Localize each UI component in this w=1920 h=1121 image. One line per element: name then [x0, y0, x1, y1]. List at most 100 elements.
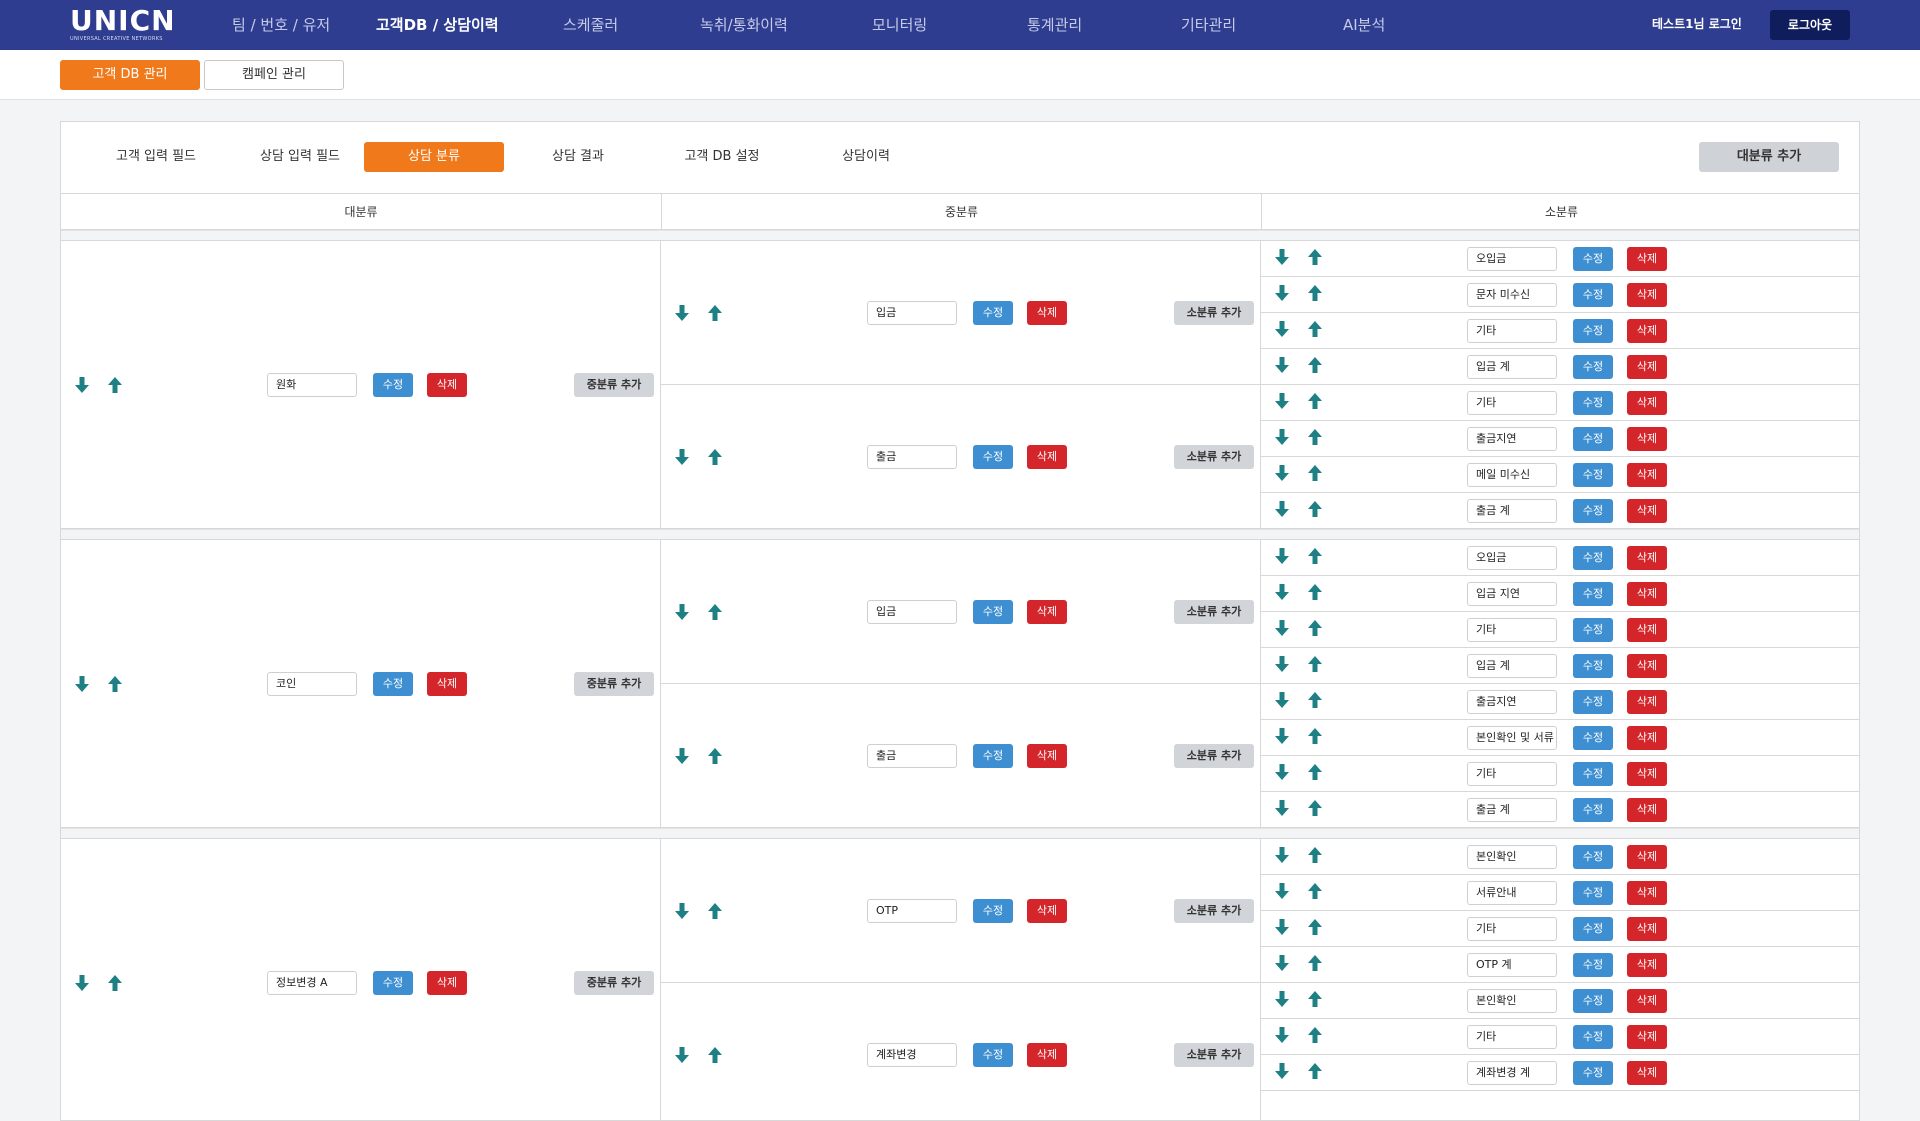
move-up-icon[interactable]	[1306, 583, 1324, 601]
edit-button[interactable]: 수정	[973, 744, 1013, 768]
move-up-icon[interactable]	[106, 376, 124, 394]
move-up-icon[interactable]	[1306, 547, 1324, 565]
minor-category-input[interactable]: 입금 지연	[1467, 582, 1557, 606]
nav-item-7[interactable]: AI분석	[1343, 0, 1385, 50]
edit-button[interactable]: 수정	[1573, 283, 1613, 307]
minor-category-input[interactable]: 기타	[1467, 319, 1557, 343]
delete-button[interactable]: 삭제	[1627, 798, 1667, 822]
delete-button[interactable]: 삭제	[1627, 546, 1667, 570]
nav-item-5[interactable]: 통계관리	[1027, 0, 1082, 50]
move-up-icon[interactable]	[1306, 799, 1324, 817]
delete-button[interactable]: 삭제	[1627, 953, 1667, 977]
delete-button[interactable]: 삭제	[1627, 463, 1667, 487]
nav-item-0[interactable]: 팀 / 번호 / 유저	[232, 0, 330, 50]
delete-button[interactable]: 삭제	[1627, 845, 1667, 869]
major-category-input[interactable]: 코인	[267, 672, 357, 696]
delete-button[interactable]: 삭제	[1027, 301, 1067, 325]
add-minor-category-button[interactable]: 소분류 추가	[1174, 301, 1254, 325]
move-down-icon[interactable]	[1273, 392, 1291, 410]
delete-button[interactable]: 삭제	[1627, 499, 1667, 523]
move-down-icon[interactable]	[673, 304, 691, 322]
edit-button[interactable]: 수정	[1573, 546, 1613, 570]
move-up-icon[interactable]	[1306, 691, 1324, 709]
delete-button[interactable]: 삭제	[1627, 1025, 1667, 1049]
move-down-icon[interactable]	[1273, 356, 1291, 374]
edit-button[interactable]: 수정	[1573, 989, 1613, 1013]
minor-category-input[interactable]: 출금지연	[1467, 427, 1557, 451]
delete-button[interactable]: 삭제	[1627, 917, 1667, 941]
delete-button[interactable]: 삭제	[427, 373, 467, 397]
mid-category-input[interactable]: 출금	[867, 445, 957, 469]
move-down-icon[interactable]	[1273, 619, 1291, 637]
edit-button[interactable]: 수정	[1573, 953, 1613, 977]
move-up-icon[interactable]	[1306, 248, 1324, 266]
add-minor-category-button[interactable]: 소분류 추가	[1174, 1043, 1254, 1067]
add-minor-category-button[interactable]: 소분류 추가	[1174, 600, 1254, 624]
delete-button[interactable]: 삭제	[1627, 690, 1667, 714]
delete-button[interactable]: 삭제	[1027, 744, 1067, 768]
edit-button[interactable]: 수정	[1573, 319, 1613, 343]
edit-button[interactable]: 수정	[1573, 798, 1613, 822]
tab-consult-category[interactable]: 상담 분류	[364, 142, 504, 172]
nav-item-2[interactable]: 스케줄러	[563, 0, 618, 50]
move-up-icon[interactable]	[706, 304, 724, 322]
minor-category-input[interactable]: 기타	[1467, 618, 1557, 642]
move-down-icon[interactable]	[1273, 1026, 1291, 1044]
tab-consult-history[interactable]: 상담이력	[796, 142, 936, 172]
edit-button[interactable]: 수정	[1573, 355, 1613, 379]
delete-button[interactable]: 삭제	[1627, 355, 1667, 379]
mid-category-input[interactable]: 입금	[867, 301, 957, 325]
minor-category-input[interactable]: 본인확인	[1467, 989, 1557, 1013]
minor-category-input[interactable]: 입금 계	[1467, 654, 1557, 678]
edit-button[interactable]: 수정	[1573, 654, 1613, 678]
move-down-icon[interactable]	[73, 376, 91, 394]
edit-button[interactable]: 수정	[973, 600, 1013, 624]
edit-button[interactable]: 수정	[1573, 762, 1613, 786]
minor-category-input[interactable]: 메일 미수신	[1467, 463, 1557, 487]
edit-button[interactable]: 수정	[373, 971, 413, 995]
minor-category-input[interactable]: 기타	[1467, 762, 1557, 786]
delete-button[interactable]: 삭제	[1027, 899, 1067, 923]
delete-button[interactable]: 삭제	[1027, 1043, 1067, 1067]
move-up-icon[interactable]	[1306, 464, 1324, 482]
minor-category-input[interactable]: 본인확인 및 서류	[1467, 726, 1557, 750]
delete-button[interactable]: 삭제	[1627, 582, 1667, 606]
edit-button[interactable]: 수정	[1573, 690, 1613, 714]
mid-category-input[interactable]: 입금	[867, 600, 957, 624]
minor-category-input[interactable]: 계좌변경 계	[1467, 1061, 1557, 1085]
delete-button[interactable]: 삭제	[1627, 762, 1667, 786]
move-up-icon[interactable]	[1306, 284, 1324, 302]
minor-category-input[interactable]: 오입금	[1467, 247, 1557, 271]
move-up-icon[interactable]	[706, 747, 724, 765]
move-down-icon[interactable]	[1273, 500, 1291, 518]
add-mid-category-button[interactable]: 중분류 추가	[574, 373, 654, 397]
mid-category-input[interactable]: 출금	[867, 744, 957, 768]
delete-button[interactable]: 삭제	[1627, 319, 1667, 343]
move-down-icon[interactable]	[1273, 882, 1291, 900]
move-down-icon[interactable]	[1273, 655, 1291, 673]
delete-button[interactable]: 삭제	[1627, 1061, 1667, 1085]
move-up-icon[interactable]	[1306, 392, 1324, 410]
edit-button[interactable]: 수정	[1573, 499, 1613, 523]
move-up-icon[interactable]	[1306, 619, 1324, 637]
edit-button[interactable]: 수정	[973, 445, 1013, 469]
move-up-icon[interactable]	[1306, 1062, 1324, 1080]
move-up-icon[interactable]	[1306, 763, 1324, 781]
move-down-icon[interactable]	[673, 902, 691, 920]
minor-category-input[interactable]: 출금 계	[1467, 499, 1557, 523]
delete-button[interactable]: 삭제	[1627, 618, 1667, 642]
minor-category-input[interactable]: 본인확인	[1467, 845, 1557, 869]
move-up-icon[interactable]	[1306, 356, 1324, 374]
edit-button[interactable]: 수정	[1573, 391, 1613, 415]
subtab-customer-db[interactable]: 고객 DB 관리	[60, 60, 200, 90]
delete-button[interactable]: 삭제	[1627, 989, 1667, 1013]
move-up-icon[interactable]	[1306, 990, 1324, 1008]
move-down-icon[interactable]	[73, 675, 91, 693]
move-down-icon[interactable]	[1273, 284, 1291, 302]
edit-button[interactable]: 수정	[1573, 618, 1613, 642]
minor-category-input[interactable]: 출금지연	[1467, 690, 1557, 714]
tab-customer-input-field[interactable]: 고객 입력 필드	[86, 142, 226, 172]
move-down-icon[interactable]	[1273, 464, 1291, 482]
edit-button[interactable]: 수정	[1573, 463, 1613, 487]
move-down-icon[interactable]	[1273, 990, 1291, 1008]
